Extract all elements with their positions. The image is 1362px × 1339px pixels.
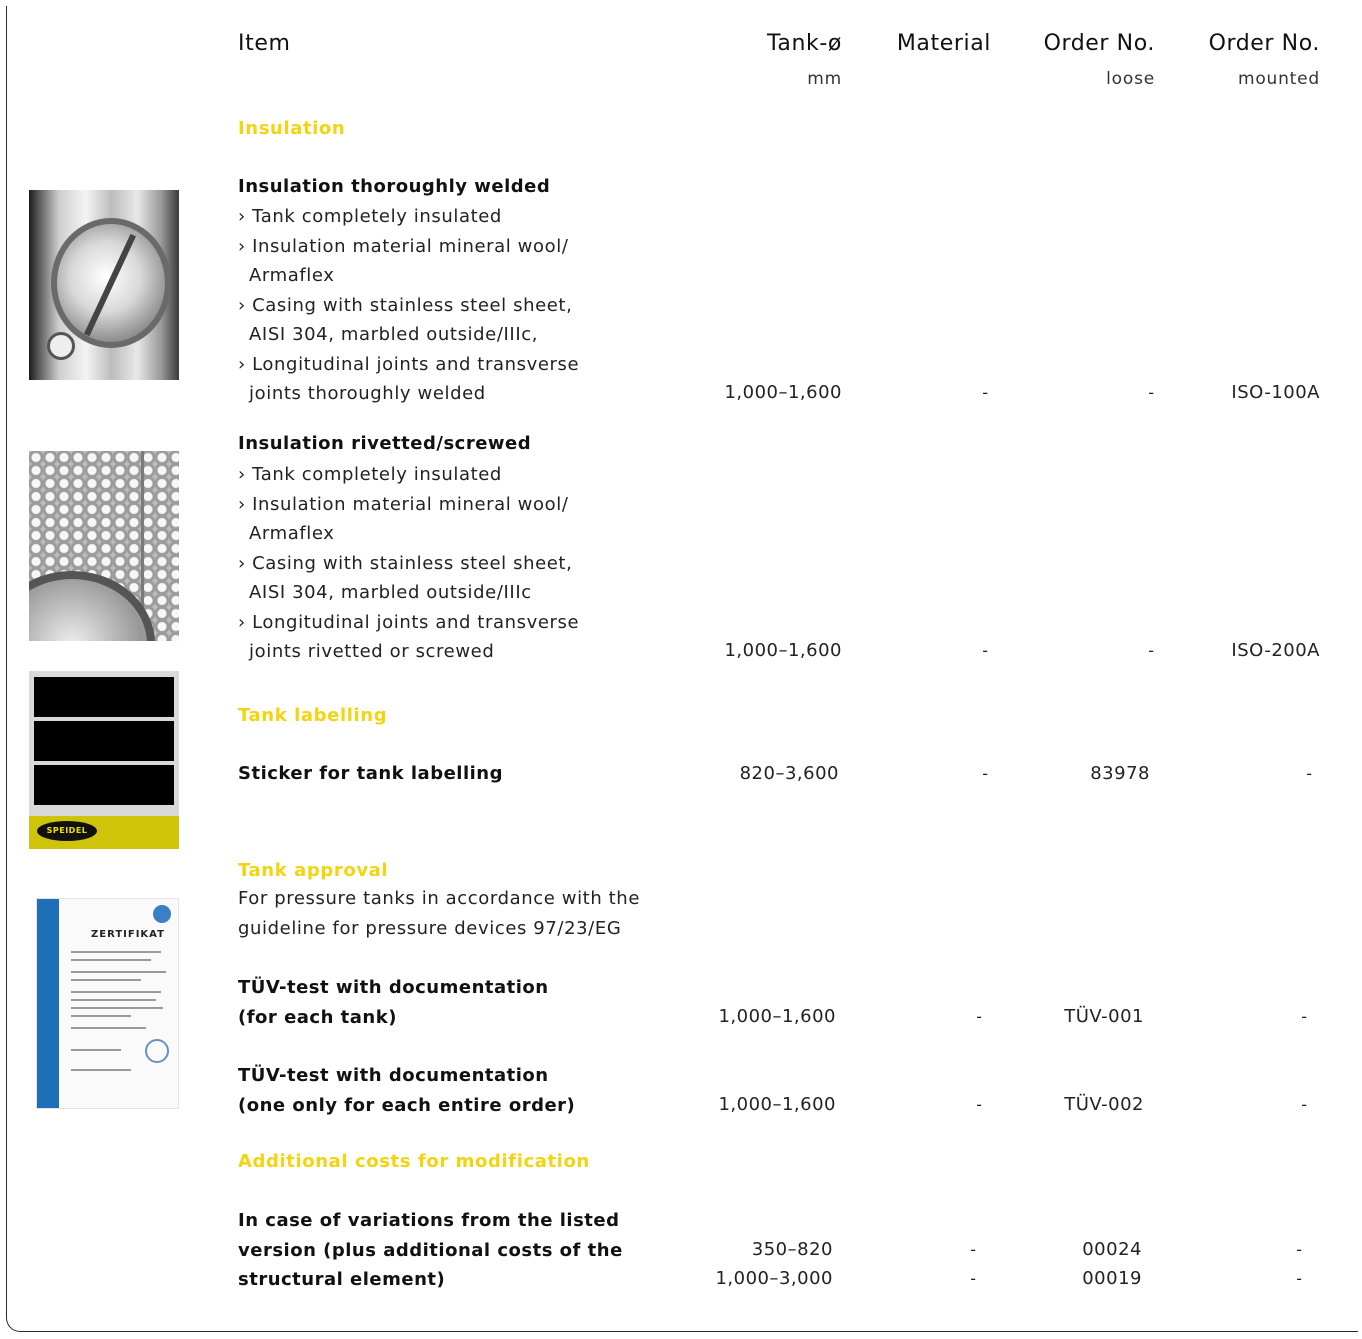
order-mounted-value: - bbox=[1301, 1095, 1307, 1114]
item-title: Insulation rivetted/screwed bbox=[238, 433, 532, 454]
description-line: Armaflex bbox=[249, 265, 335, 286]
section-tank-labelling: Tank labelling bbox=[238, 705, 388, 726]
header-order-mounted: Order No. bbox=[1208, 31, 1320, 56]
description-line: › Tank completely insulated bbox=[238, 206, 502, 227]
description-line: › Longitudinal joints and transverse bbox=[238, 353, 580, 375]
order-mounted-value: ISO-100A bbox=[1231, 382, 1320, 403]
tank-diameter: 1,000–1,600 bbox=[724, 640, 842, 661]
title-line: version (plus additional costs of the bbox=[238, 1239, 623, 1261]
material-value: - bbox=[982, 764, 988, 783]
order-loose-value: TÜV-002 bbox=[1064, 1094, 1144, 1115]
section-tank-approval: Tank approval bbox=[238, 860, 389, 881]
approval-description: For pressure tanks in accordance with th… bbox=[238, 884, 640, 943]
header-tank-unit: mm bbox=[807, 69, 842, 89]
insulation-rivetted-photo bbox=[29, 451, 179, 641]
material-value: - bbox=[982, 383, 988, 402]
speidel-logo: SPEIDEL bbox=[37, 821, 97, 841]
header-order-loose-sub: loose bbox=[1106, 69, 1155, 89]
order-loose-value: - bbox=[1148, 383, 1154, 402]
sticker-photo: SPEIDEL bbox=[29, 671, 179, 849]
description-line: For pressure tanks in accordance with th… bbox=[238, 888, 640, 909]
description-line: › Insulation material mineral wool/ bbox=[238, 235, 569, 257]
order-loose-value: 83978 bbox=[1090, 763, 1150, 784]
certificate-photo: ZERTIFIKAT bbox=[36, 898, 179, 1109]
description-line: › Insulation material mineral wool/ bbox=[238, 493, 569, 515]
order-mounted-value: - bbox=[1306, 764, 1312, 783]
description-line: AISI 304, marbled outside/IIIc bbox=[249, 582, 532, 603]
header-material: Material bbox=[896, 31, 991, 56]
item-description: › Tank completely insulated › Insulation… bbox=[238, 202, 579, 409]
title-line: (for each tank) bbox=[238, 1006, 397, 1028]
item-title: TÜV-test with documentation (one only fo… bbox=[238, 1061, 575, 1120]
tank-diameter: 350–820 bbox=[751, 1239, 833, 1260]
page-frame bbox=[6, 6, 1358, 1332]
header-item: Item bbox=[238, 31, 291, 56]
tank-diameter: 1,000–1,600 bbox=[718, 1094, 836, 1115]
description-line: Armaflex bbox=[249, 523, 335, 544]
section-additional-costs: Additional costs for modification bbox=[238, 1151, 590, 1172]
section-insulation: Insulation bbox=[238, 118, 346, 139]
order-loose-value: 00019 bbox=[1082, 1268, 1142, 1289]
header-order-loose: Order No. bbox=[1043, 31, 1155, 56]
description-line: › Casing with stainless steel sheet, bbox=[238, 294, 573, 316]
order-mounted-value: ISO-200A bbox=[1231, 640, 1320, 661]
title-line: In case of variations from the listed bbox=[238, 1210, 620, 1231]
description-line: joints thoroughly welded bbox=[249, 383, 486, 404]
description-line: › Longitudinal joints and transverse bbox=[238, 611, 580, 633]
item-title: TÜV-test with documentation (for each ta… bbox=[238, 973, 549, 1032]
material-value: - bbox=[970, 1269, 976, 1288]
order-loose-value: TÜV-001 bbox=[1064, 1006, 1144, 1027]
item-description: › Tank completely insulated › Insulation… bbox=[238, 460, 579, 667]
description-line: › Tank completely insulated bbox=[238, 464, 502, 485]
order-mounted-value: - bbox=[1301, 1007, 1307, 1026]
header-tank: Tank-ø bbox=[767, 31, 842, 56]
item-title: Insulation thoroughly welded bbox=[238, 176, 551, 197]
description-line: joints rivetted or screwed bbox=[249, 641, 495, 662]
description-line: guideline for pressure devices 97/23/EG bbox=[238, 917, 622, 939]
description-line: › Casing with stainless steel sheet, bbox=[238, 552, 573, 574]
material-value: - bbox=[976, 1095, 982, 1114]
insulation-welded-photo bbox=[29, 190, 179, 380]
title-line: structural element) bbox=[238, 1269, 446, 1290]
tank-diameter: 820–3,600 bbox=[739, 763, 839, 784]
order-mounted-value: - bbox=[1296, 1269, 1302, 1288]
header-order-mounted-sub: mounted bbox=[1237, 69, 1320, 89]
order-mounted-value: - bbox=[1296, 1240, 1302, 1259]
item-title: In case of variations from the listed ve… bbox=[238, 1206, 623, 1295]
material-value: - bbox=[970, 1240, 976, 1259]
title-line: (one only for each entire order) bbox=[238, 1094, 576, 1116]
order-loose-value: 00024 bbox=[1082, 1239, 1142, 1260]
tank-diameter: 1,000–3,000 bbox=[715, 1268, 833, 1289]
order-loose-value: - bbox=[1148, 641, 1154, 660]
material-value: - bbox=[982, 641, 988, 660]
tank-diameter: 1,000–1,600 bbox=[718, 1006, 836, 1027]
material-value: - bbox=[976, 1007, 982, 1026]
tank-diameter: 1,000–1,600 bbox=[724, 382, 842, 403]
description-line: AISI 304, marbled outside/IIIc, bbox=[249, 324, 539, 345]
title-line: TÜV-test with documentation bbox=[238, 1065, 549, 1086]
item-title: Sticker for tank labelling bbox=[238, 763, 504, 784]
certificate-title: ZERTIFIKAT bbox=[91, 929, 165, 940]
title-line: TÜV-test with documentation bbox=[238, 977, 549, 998]
